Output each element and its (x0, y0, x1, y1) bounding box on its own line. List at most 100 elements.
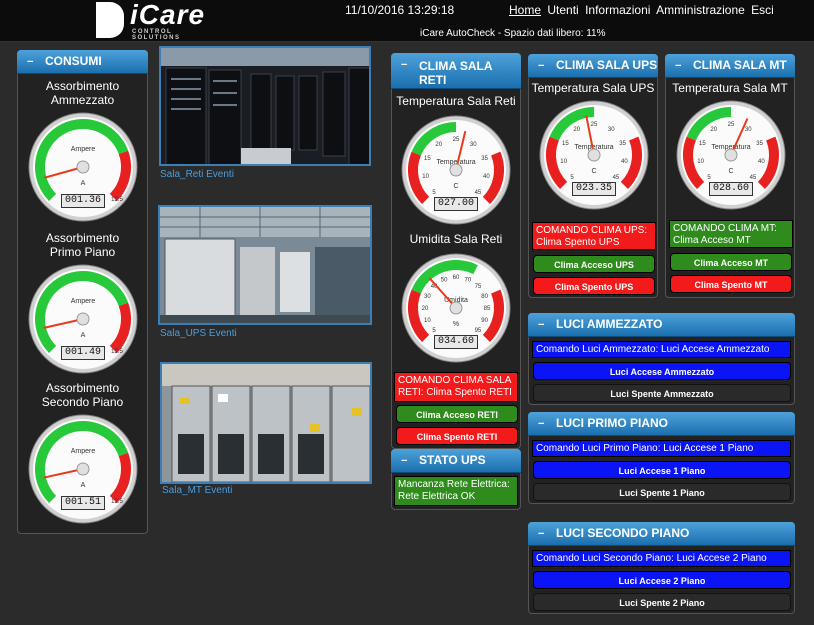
gauge-tick-label: 45 (750, 175, 757, 181)
gauge-tick-label: 25 (453, 137, 460, 143)
clima-mt-header[interactable]: − CLIMA SALA MT (665, 54, 795, 78)
gauge-readout: 034.60 (434, 335, 478, 349)
luci-spente-secondo-button[interactable]: Luci Spente 2 Piano (533, 593, 791, 611)
gauge-hub (76, 160, 90, 174)
link-sala-mt-eventi[interactable]: Sala_MT Eventi (162, 485, 232, 496)
gauge-tick-label: 10 (560, 159, 567, 165)
icare-logo: iCare CONTROL SOLUTIONS (96, 0, 214, 41)
luci-spente-ammezzato-button[interactable]: Luci Spente Ammezzato (533, 384, 791, 402)
minus-icon[interactable]: − (401, 455, 411, 467)
gauge-tick-label: 60 (453, 275, 460, 281)
luci-accese-primo-button[interactable]: Luci Accese 1 Piano (533, 461, 791, 479)
clima-mt-panel: − CLIMA SALA MT Temperatura Sala MT 5 10 15… (665, 54, 795, 298)
link-sala-ups-eventi[interactable]: Sala_UPS Eventi (160, 328, 237, 339)
nav-utenti[interactable]: Utenti (547, 3, 578, 17)
mt-room-image (162, 364, 370, 482)
gauge-tick-label: 20 (435, 142, 442, 148)
minus-icon[interactable]: − (675, 60, 685, 72)
luci-primo-panel: − LUCI PRIMO PIANO Comando Luci Primo Pia… (528, 412, 795, 504)
gauge-readout: 001.49 (61, 346, 105, 360)
clima-mt-status: COMANDO CLIMA MT: Clima Acceso MT (669, 220, 793, 248)
gauge-hum-reti: 5 10 20 30 40 50 60 70 75 80 85 90 95 Umidita% 034.60 (400, 252, 512, 364)
minus-icon[interactable]: − (401, 59, 411, 71)
gauge-unit: % (453, 321, 459, 328)
gauge-tick-label: 35 (481, 156, 488, 162)
gauge-primo: Ampere A 12.5 001.49 (27, 263, 139, 375)
gauge-label-secondo: Assorbimento Secondo Piano (41, 381, 124, 409)
gauge-tick-label: 85 (484, 306, 491, 312)
luci-ammezzato-header[interactable]: − LUCI AMMEZZATO (528, 313, 795, 337)
clima-reti-header[interactable]: − CLIMA SALA RETI (391, 53, 521, 89)
gauge-readout: 001.36 (61, 194, 105, 208)
gauge-tick-label: 10 (422, 174, 429, 180)
clima-spento-reti-button[interactable]: Clima Spento RETI (396, 427, 518, 445)
clima-ups-panel: − CLIMA SALA UPS Temperatura Sala UPS 5 10… (528, 54, 658, 298)
minus-icon[interactable]: − (538, 60, 548, 72)
link-sala-reti-eventi[interactable]: Sala_Reti Eventi (160, 169, 234, 180)
clima-acceso-mt-button[interactable]: Clima Acceso MT (670, 253, 792, 271)
gauge-tick-label: 30 (608, 127, 615, 133)
gauge-tick-label: 40 (621, 159, 628, 165)
nav-esci[interactable]: Esci (751, 3, 774, 17)
luci-ammezzato-title: LUCI AMMEZZATO (556, 317, 663, 331)
gauge-tick-label: 10 (697, 159, 704, 165)
luci-accese-ammezzato-button[interactable]: Luci Accese Ammezzato (533, 362, 791, 380)
gauge-tick-max: 12.5 (111, 349, 123, 355)
nav-informazioni[interactable]: Informazioni (585, 3, 650, 17)
nav-home[interactable]: Home (509, 3, 541, 17)
luci-ammezzato-panel: − LUCI AMMEZZATO Comando Luci Ammezzato: … (528, 313, 795, 405)
gauge-tick-label: 70 (465, 277, 472, 283)
gauge-tick-max: 12.5 (111, 499, 123, 505)
minus-icon[interactable]: − (538, 528, 548, 540)
gauge-tick-label: 80 (481, 294, 488, 300)
logo-subtext: CONTROL SOLUTIONS (132, 29, 181, 41)
clima-ups-header[interactable]: − CLIMA SALA UPS (528, 54, 658, 78)
stato-ups-header[interactable]: − STATO UPS (391, 449, 521, 473)
gauge-unit: C (453, 183, 458, 190)
gauge-hub (724, 148, 738, 162)
gauge-unit-title: Ampere (71, 146, 96, 153)
luci-accese-secondo-button[interactable]: Luci Accese 2 Piano (533, 571, 791, 589)
stato-ups-msg: Mancanza Rete Elettrica: Rete Elettrica … (394, 476, 518, 506)
luci-ammezzato-msg: Comando Luci Ammezzato: Luci Accese Amme… (532, 341, 791, 358)
gauge-readout: 001.51 (61, 496, 105, 510)
clima-ups-status: COMANDO CLIMA UPS: Clima Spento UPS (532, 222, 656, 250)
clima-spento-ups-button[interactable]: Clima Spento UPS (533, 277, 655, 295)
status-line: iCare AutoCheck - Spazio dati libero: 11… (420, 28, 606, 39)
gauge-unit-title: Ampere (71, 448, 96, 455)
logo-text: iCare (130, 0, 206, 30)
luci-spente-primo-button[interactable]: Luci Spente 1 Piano (533, 483, 791, 501)
stato-ups-title: STATO UPS (419, 453, 486, 467)
luci-secondo-header[interactable]: − LUCI SECONDO PIANO (528, 522, 795, 546)
clima-reti-panel: − CLIMA SALA RETI Temperatura Sala Reti 5… (391, 53, 521, 449)
gauge-tick-label: 15 (699, 141, 706, 147)
minus-icon[interactable]: − (27, 56, 37, 68)
datetime: 11/10/2016 13:29:18 (345, 3, 455, 17)
gauge-secondo: Ampere A 12.5 001.51 (27, 413, 139, 525)
minus-icon[interactable]: − (538, 418, 548, 430)
gauge-tick-label: 25 (591, 122, 598, 128)
gauge-unit: A (81, 180, 86, 187)
photo-sala-mt[interactable] (160, 362, 372, 484)
consumi-header[interactable]: − CONSUMI (17, 50, 148, 74)
gauge-tick-label: 20 (573, 127, 580, 133)
clima-acceso-reti-button[interactable]: Clima Acceso RETI (396, 405, 518, 423)
luci-secondo-msg: Comando Luci Secondo Piano: Luci Accese … (532, 550, 791, 567)
gauge-tick-label: 30 (424, 294, 431, 300)
luci-primo-header[interactable]: − LUCI PRIMO PIANO (528, 412, 795, 436)
gauge-label-ammezzato: Assorbimento Ammezzato (45, 79, 120, 107)
gauge-tick-label: 30 (470, 142, 477, 148)
clima-spento-mt-button[interactable]: Clima Spento MT (670, 275, 792, 293)
consumi-title: CONSUMI (45, 54, 102, 68)
clima-reti-title: CLIMA SALA RETI (419, 59, 493, 87)
consumi-panel: − CONSUMI Assorbimento Ammezzato Ampere A 1… (17, 50, 148, 534)
gauge-unit: A (81, 482, 86, 489)
clima-acceso-ups-button[interactable]: Clima Acceso UPS (533, 255, 655, 273)
photo-sala-ups[interactable] (158, 205, 372, 325)
photo-sala-reti[interactable] (159, 46, 371, 166)
gauge-hub (76, 312, 90, 326)
gauge-unit: C (728, 168, 733, 175)
minus-icon[interactable]: − (538, 319, 548, 331)
luci-secondo-panel: − LUCI SECONDO PIANO Comando Luci Secondo… (528, 522, 795, 614)
nav-amministrazione[interactable]: Amministrazione (656, 3, 745, 17)
